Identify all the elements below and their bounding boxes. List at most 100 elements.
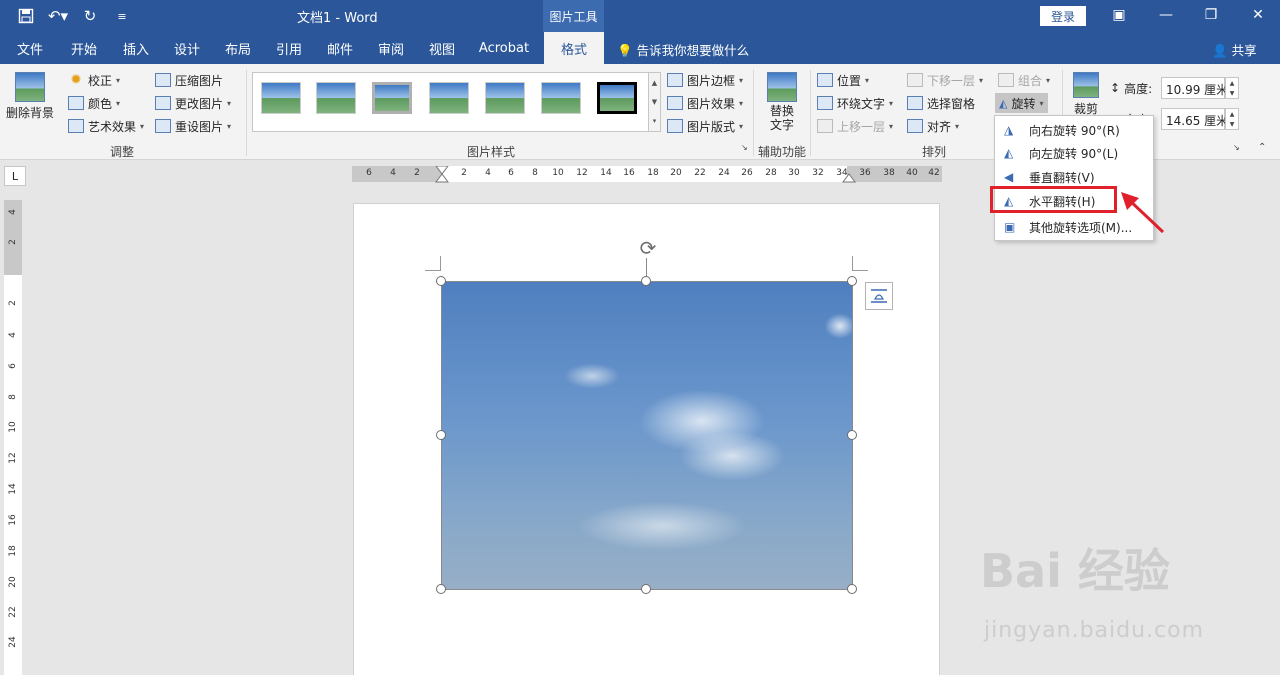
menu-rotate-right[interactable]: ◮ 向右旋转 90°(R) bbox=[996, 119, 1152, 142]
menu-rotate-left[interactable]: ◭ 向左旋转 90°(L) bbox=[996, 142, 1152, 165]
resize-handle[interactable] bbox=[436, 430, 446, 440]
bring-forward-button[interactable]: 上移一层 ▾ bbox=[817, 116, 893, 136]
send-backward-button[interactable]: 下移一层 ▾ bbox=[907, 70, 983, 90]
change-picture-icon bbox=[155, 96, 171, 110]
ruler-tick: 26 bbox=[741, 168, 753, 178]
layout-options-button[interactable] bbox=[865, 282, 893, 310]
minimize-icon[interactable]: — bbox=[1154, 4, 1178, 26]
gallery-scroll[interactable]: ▲ ▼ ▾ bbox=[648, 72, 661, 132]
artistic-effects-button[interactable]: 艺术效果 ▾ bbox=[68, 116, 144, 136]
bring-forward-label: 上移一层 bbox=[837, 119, 886, 134]
tab-selector[interactable]: L bbox=[4, 166, 26, 186]
ruler-tick: 4 bbox=[8, 209, 18, 215]
resize-handle[interactable] bbox=[641, 276, 651, 286]
collapse-ribbon-icon[interactable]: ⌃ bbox=[1258, 142, 1266, 153]
scroll-up-icon[interactable]: ▲ bbox=[652, 79, 657, 87]
size-dialog-launcher-icon[interactable]: ↘ bbox=[1233, 143, 1240, 152]
group-objects-button[interactable]: 组合 ▾ bbox=[998, 70, 1050, 90]
tab-mailings[interactable]: 邮件 bbox=[318, 32, 362, 64]
width-spinner[interactable]: ▲ ▼ bbox=[1225, 108, 1239, 130]
gallery-more-icon[interactable]: ▾ bbox=[653, 117, 657, 125]
annotation-arrow-icon bbox=[1121, 192, 1165, 234]
wrap-text-button[interactable]: 环绕文字 ▾ bbox=[817, 93, 893, 113]
dialog-launcher-icon[interactable]: ↘ bbox=[741, 143, 748, 152]
remove-background-icon bbox=[15, 72, 45, 102]
crop-button[interactable]: 裁剪 bbox=[1070, 72, 1102, 117]
style-thumbnail[interactable] bbox=[485, 82, 525, 114]
height-spinner[interactable]: ▲ ▼ bbox=[1225, 77, 1239, 99]
ruler-tick: 12 bbox=[8, 452, 18, 464]
ruler-tick: 24 bbox=[718, 168, 730, 178]
login-button[interactable]: 登录 bbox=[1040, 6, 1086, 26]
reset-picture-button[interactable]: 重设图片 ▾ bbox=[155, 116, 231, 136]
style-thumbnail[interactable] bbox=[316, 82, 356, 114]
width-input[interactable]: 14.65 厘米 bbox=[1161, 108, 1228, 130]
picture-border-button[interactable]: 图片边框 ▾ bbox=[667, 70, 743, 90]
tab-review[interactable]: 审阅 bbox=[369, 32, 413, 64]
ruler-tick: 38 bbox=[883, 168, 895, 178]
picture-styles-gallery[interactable] bbox=[252, 72, 661, 132]
tab-format[interactable]: 格式 bbox=[544, 32, 604, 64]
picture-layout-button[interactable]: 图片版式 ▾ bbox=[667, 116, 743, 136]
share-label: 共享 bbox=[1231, 43, 1257, 58]
reset-picture-label: 重设图片 bbox=[175, 119, 224, 134]
tab-acrobat[interactable]: Acrobat bbox=[474, 32, 534, 64]
resize-handle[interactable] bbox=[847, 276, 857, 286]
compress-pictures-button[interactable]: 压缩图片 bbox=[155, 70, 223, 90]
tell-me-search[interactable]: 💡 告诉我你想要做什么 bbox=[617, 40, 749, 59]
alt-text-button[interactable]: 替换文字 bbox=[762, 72, 802, 132]
change-picture-button[interactable]: 更改图片 ▾ bbox=[155, 93, 231, 113]
right-indent-marker[interactable] bbox=[842, 172, 856, 184]
customize-qat-icon[interactable]: ≡ bbox=[110, 5, 134, 27]
style-thumbnail[interactable] bbox=[597, 82, 637, 114]
tab-view[interactable]: 视图 bbox=[420, 32, 464, 64]
save-icon[interactable] bbox=[14, 5, 38, 27]
style-thumbnail[interactable] bbox=[372, 82, 412, 114]
restore-icon[interactable]: ❐ bbox=[1199, 4, 1223, 26]
rotate-handle-icon[interactable]: ⟳ bbox=[636, 236, 660, 260]
color-button[interactable]: 颜色 ▾ bbox=[68, 93, 120, 113]
crop-mark bbox=[440, 256, 441, 271]
vertical-ruler[interactable]: 4 2 2 4 6 8 10 12 14 16 18 20 22 24 bbox=[4, 200, 22, 675]
resize-handle[interactable] bbox=[641, 584, 651, 594]
resize-handle[interactable] bbox=[436, 584, 446, 594]
share-button[interactable]: 👤 共享 bbox=[1212, 40, 1257, 59]
tab-references[interactable]: 引用 bbox=[267, 32, 311, 64]
style-thumbnail[interactable] bbox=[429, 82, 469, 114]
tab-design[interactable]: 设计 bbox=[165, 32, 209, 64]
send-backward-icon bbox=[907, 73, 923, 87]
selection-pane-label: 选择窗格 bbox=[927, 96, 976, 111]
position-button[interactable]: 位置 ▾ bbox=[817, 70, 869, 90]
horizontal-ruler[interactable]: 6 4 2 2 4 6 8 10 12 14 16 18 20 22 24 26… bbox=[352, 166, 942, 184]
resize-handle[interactable] bbox=[847, 430, 857, 440]
tab-home[interactable]: 开始 bbox=[62, 32, 106, 64]
align-button[interactable]: 对齐 ▾ bbox=[907, 116, 959, 136]
tab-file[interactable]: 文件 bbox=[8, 32, 52, 64]
tell-me-label: 告诉我你想要做什么 bbox=[636, 43, 750, 58]
height-input[interactable]: 10.99 厘米 bbox=[1161, 77, 1228, 99]
resize-handle[interactable] bbox=[847, 584, 857, 594]
selection-pane-button[interactable]: 选择窗格 bbox=[907, 93, 975, 113]
tab-insert[interactable]: 插入 bbox=[114, 32, 158, 64]
resize-handle[interactable] bbox=[436, 276, 446, 286]
remove-background-button[interactable]: 删除背景 bbox=[4, 72, 56, 121]
picture-layout-label: 图片版式 bbox=[687, 119, 736, 134]
style-thumbnail[interactable] bbox=[541, 82, 581, 114]
ribbon-tabs: 文件 开始 插入 设计 布局 引用 邮件 审阅 视图 Acrobat 格式 💡 … bbox=[0, 32, 1280, 64]
picture-effects-button[interactable]: 图片效果 ▾ bbox=[667, 93, 743, 113]
left-indent-marker[interactable] bbox=[435, 166, 449, 186]
ribbon-display-options-icon[interactable]: ▣ bbox=[1107, 4, 1131, 26]
style-thumbnail[interactable] bbox=[261, 82, 301, 114]
tab-layout[interactable]: 布局 bbox=[216, 32, 260, 64]
undo-icon[interactable]: ↶▾ bbox=[46, 5, 70, 27]
corrections-button[interactable]: ✹ 校正 ▾ bbox=[68, 70, 120, 90]
redo-icon[interactable]: ↻ bbox=[78, 5, 102, 27]
close-icon[interactable]: ✕ bbox=[1246, 4, 1270, 26]
ruler-tick: 4 bbox=[390, 168, 396, 178]
ruler-tick: 6 bbox=[8, 363, 18, 369]
scroll-down-icon[interactable]: ▼ bbox=[652, 98, 657, 106]
ruler-tick: 16 bbox=[8, 514, 18, 526]
ruler-tick: 2 bbox=[461, 168, 467, 178]
ruler-tick: 8 bbox=[8, 394, 18, 400]
rotate-button[interactable]: ◭ 旋转 ▾ bbox=[995, 93, 1048, 113]
